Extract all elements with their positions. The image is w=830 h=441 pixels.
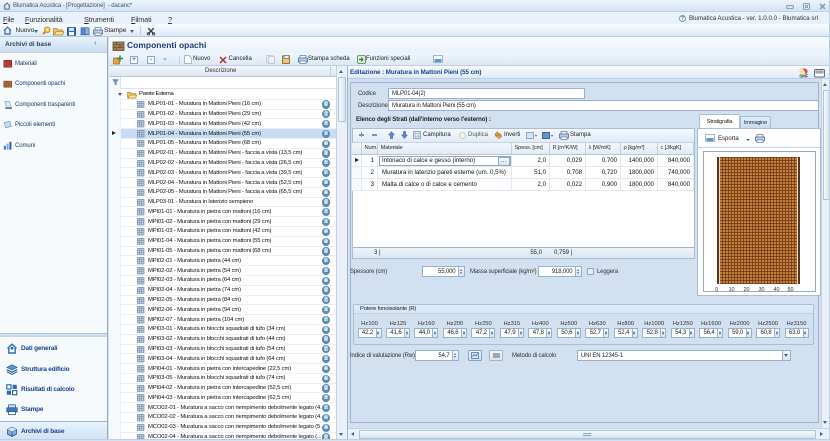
svg-text:SMF: SMF [799,73,808,78]
